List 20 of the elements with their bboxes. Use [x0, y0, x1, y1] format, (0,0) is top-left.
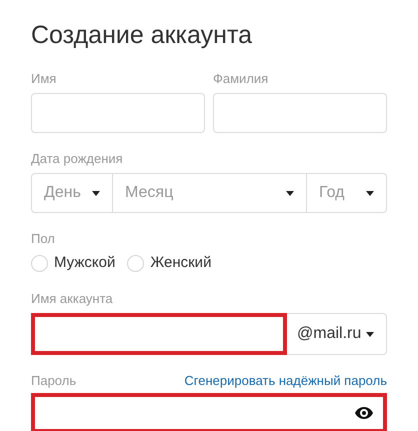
caret-icon — [366, 332, 374, 336]
field-label: Дата рождения — [31, 151, 124, 167]
radio-label[interactable]: Женский — [150, 252, 212, 274]
caret-icon — [366, 190, 374, 196]
caret-icon — [286, 190, 294, 196]
radio-label[interactable]: Мужской — [54, 252, 116, 274]
field-label: Имя аккаунта — [31, 291, 114, 307]
eye-icon[interactable] — [355, 407, 373, 419]
generate-password-link[interactable]: Сгенерировать надёжный пароль — [184, 373, 387, 389]
page-title: Создание аккаунта — [31, 20, 254, 50]
field-label: Имя — [31, 71, 58, 87]
field-label: Пол — [31, 231, 56, 247]
caret-icon — [92, 190, 100, 196]
domain-dropdown[interactable]: @mail.ru — [287, 313, 387, 355]
field-label: Фамилия — [213, 71, 270, 87]
field-label: Пароль — [31, 373, 76, 389]
input-field[interactable] — [31, 313, 287, 355]
radio-button[interactable] — [31, 254, 48, 272]
password-field[interactable] — [31, 393, 387, 431]
radio-button[interactable] — [127, 254, 144, 272]
